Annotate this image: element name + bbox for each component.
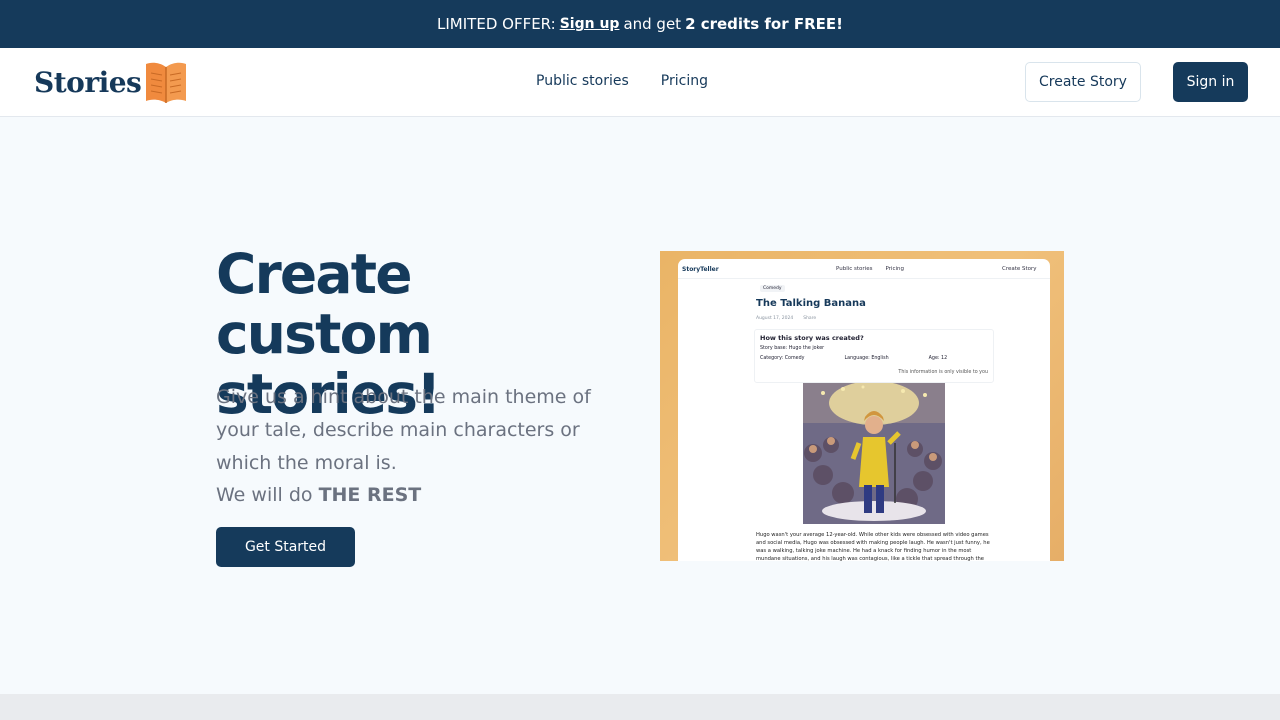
promo-middle: and get <box>623 15 682 33</box>
preview-visibility-note: This information is only visible to you <box>898 370 988 375</box>
story-illustration <box>803 383 945 524</box>
preview-create: Create Story <box>1002 266 1037 272</box>
preview-language: Language: English <box>844 356 889 361</box>
nav-pricing[interactable]: Pricing <box>661 73 708 89</box>
preview-links: Public stories Pricing <box>836 266 904 272</box>
promo-banner: LIMITED OFFER: Sign up and get 2 credits… <box>0 0 1280 48</box>
footer-strip <box>0 694 1280 720</box>
promo-offer: 2 credits for FREE! <box>685 15 843 33</box>
logo[interactable]: Stories <box>34 59 188 105</box>
preview-category-tag: Comedy <box>760 285 785 292</box>
promo-signup-link[interactable]: Sign up <box>560 16 620 32</box>
hero-rest-bold: THE REST <box>318 484 422 506</box>
preview-brand: StoryTeller <box>682 266 719 273</box>
get-started-button[interactable]: Get Started <box>216 527 355 567</box>
main-nav: Public stories Pricing <box>536 73 708 89</box>
preview-story-title: The Talking Banana <box>756 298 866 309</box>
hero-rest-line: We will do THE REST <box>216 479 421 512</box>
preview-card: StoryTeller Public stories Pricing Creat… <box>678 259 1050 561</box>
promo-prefix: LIMITED OFFER: <box>437 15 556 33</box>
preview-info-row: Category: Comedy Language: English Age: … <box>760 356 947 361</box>
preview-share: Share <box>803 316 817 321</box>
preview-link-public: Public stories <box>836 266 873 272</box>
hero-rest-prefix: We will do <box>216 484 313 506</box>
preview-info-box: How this story was created? Story base: … <box>754 329 994 383</box>
create-story-button[interactable]: Create Story <box>1025 62 1141 102</box>
open-book-icon <box>146 62 187 103</box>
preview-story-base: Story base: Hugo the joker <box>760 346 825 351</box>
preview-date: August 17, 2024 <box>756 316 794 321</box>
preview-navbar: StoryTeller Public stories Pricing Creat… <box>678 259 1050 279</box>
preview-info-title: How this story was created? <box>760 334 864 342</box>
logo-text: Stories <box>34 65 142 99</box>
hero-description: Give us a hint about the main theme of y… <box>216 386 591 474</box>
preview-story-body: Hugo wasn't your average 12-year-old. Wh… <box>756 532 990 561</box>
preview-meta: August 17, 2024 Share <box>756 316 816 321</box>
story-preview-image: StoryTeller Public stories Pricing Creat… <box>660 251 1064 561</box>
top-navbar: Stories Public stories Pricing Create St… <box>0 48 1280 117</box>
sign-in-button[interactable]: Sign in <box>1173 62 1248 102</box>
preview-category: Category: Comedy <box>760 356 805 361</box>
preview-link-pricing: Pricing <box>885 266 904 272</box>
preview-age: Age: 12 <box>928 356 948 361</box>
nav-public-stories[interactable]: Public stories <box>536 73 629 89</box>
